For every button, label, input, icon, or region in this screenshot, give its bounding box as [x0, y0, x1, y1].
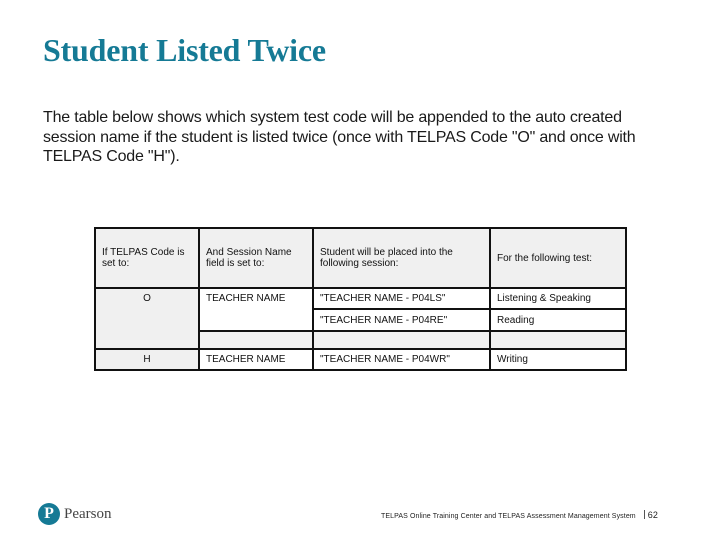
header-placed-session: Student will be placed into the followin… [312, 227, 491, 289]
pearson-logo: P Pearson [38, 503, 112, 525]
header-telpas-code: If TELPAS Code is set to: [94, 227, 200, 289]
footer: TELPAS Online Training Center and TELPAS… [381, 510, 658, 520]
cell-empty [198, 330, 314, 350]
table-row: O TEACHER NAME "TEACHER NAME - P04LS" Li… [94, 287, 627, 350]
cell-placed-session: "TEACHER NAME - P04RE" [312, 308, 491, 332]
table-row: H TEACHER NAME "TEACHER NAME - P04WR" Wr… [94, 348, 627, 371]
session-code-table: If TELPAS Code is set to: And Session Na… [94, 227, 627, 371]
page-title: Student Listed Twice [43, 32, 326, 68]
cell-session-name: TEACHER NAME [198, 287, 314, 332]
intro-paragraph: The table below shows which system test … [43, 109, 636, 165]
pearson-wordmark: Pearson [64, 505, 112, 522]
table-header-row: If TELPAS Code is set to: And Session Na… [94, 227, 627, 289]
cell-empty [312, 330, 491, 350]
cell-session-name: TEACHER NAME [198, 348, 314, 371]
cell-placed-session: "TEACHER NAME - P04WR" [312, 348, 491, 371]
cell-placed-session: "TEACHER NAME - P04LS" [312, 287, 491, 310]
footer-divider [643, 510, 645, 519]
cell-test: Reading [489, 308, 627, 332]
cell-test: Writing [489, 348, 627, 371]
cell-empty [489, 330, 627, 350]
header-test: For the following test: [489, 227, 627, 289]
pearson-p-icon: P [38, 503, 60, 525]
cell-code: H [94, 348, 200, 371]
cell-code: O [94, 287, 200, 350]
cell-test: Listening & Speaking [489, 287, 627, 310]
header-session-name: And Session Name field is set to: [198, 227, 314, 289]
page-number: 62 [647, 510, 658, 520]
footer-text: TELPAS Online Training Center and TELPAS… [381, 513, 636, 520]
